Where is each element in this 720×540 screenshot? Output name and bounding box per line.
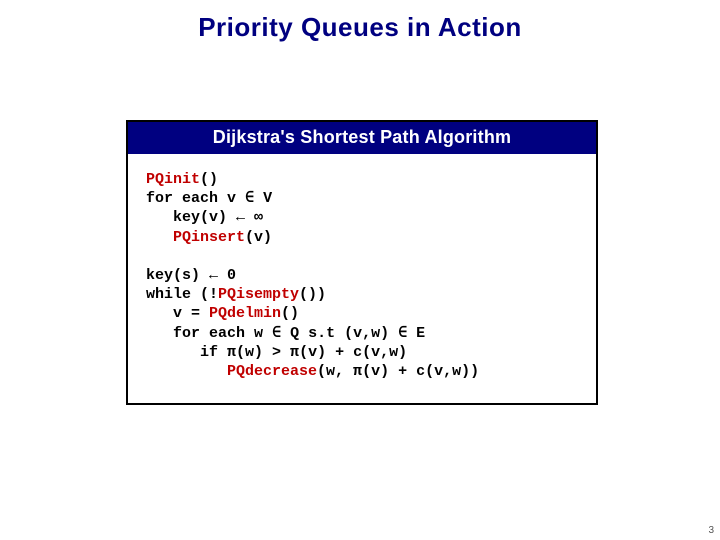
code-frag: 0 <box>218 267 236 284</box>
code-frag: (w) > <box>236 344 290 361</box>
code-frag: () <box>281 305 299 322</box>
sym-pi: π <box>353 363 362 380</box>
code-frag: (v) <box>245 229 272 246</box>
code-frag: v = <box>146 305 209 322</box>
code-frag: for each v <box>146 190 245 207</box>
code-frag: for each w <box>146 325 272 342</box>
code-frag: ()) <box>299 286 326 303</box>
kw-pqisempty: PQisempty <box>218 286 299 303</box>
sym-inf: ∞ <box>254 209 263 226</box>
sym-pi: π <box>290 344 299 361</box>
code-frag: key(s) <box>146 267 209 284</box>
sym-pi: π <box>227 344 236 361</box>
kw-pqinsert: PQinsert <box>173 229 245 246</box>
code-frag: while (! <box>146 286 218 303</box>
algorithm-box-header: Dijkstra's Shortest Path Algorithm <box>128 122 596 154</box>
slide-title: Priority Queues in Action <box>0 0 720 43</box>
code-frag <box>146 229 173 246</box>
code-frag <box>146 363 227 380</box>
algorithm-box: Dijkstra's Shortest Path Algorithm PQini… <box>126 120 598 405</box>
code-frag: (w, <box>317 363 353 380</box>
code-frag: key(v) <box>146 209 236 226</box>
algorithm-code: PQinit() for each v ∈ V key(v) ← ∞ PQins… <box>128 154 596 403</box>
code-frag <box>245 209 254 226</box>
code-frag: V <box>254 190 272 207</box>
kw-pqinit: PQinit <box>146 171 200 188</box>
sym-in: ∈ <box>398 325 407 342</box>
code-frag: (v) + c(v,w)) <box>362 363 479 380</box>
code-frag: (v) + c(v,w) <box>299 344 407 361</box>
code-frag: Q s.t (v,w) <box>281 325 398 342</box>
sym-in: ∈ <box>245 190 254 207</box>
sym-larr: ← <box>236 209 245 226</box>
code-frag: E <box>407 325 425 342</box>
code-frag: () <box>200 171 218 188</box>
code-frag: if <box>146 344 227 361</box>
kw-pqdelmin: PQdelmin <box>209 305 281 322</box>
slide: Priority Queues in Action Dijkstra's Sho… <box>0 0 720 540</box>
sym-in: ∈ <box>272 325 281 342</box>
page-number: 3 <box>708 525 714 536</box>
sym-larr: ← <box>209 267 218 284</box>
kw-pqdecrease: PQdecrease <box>227 363 317 380</box>
